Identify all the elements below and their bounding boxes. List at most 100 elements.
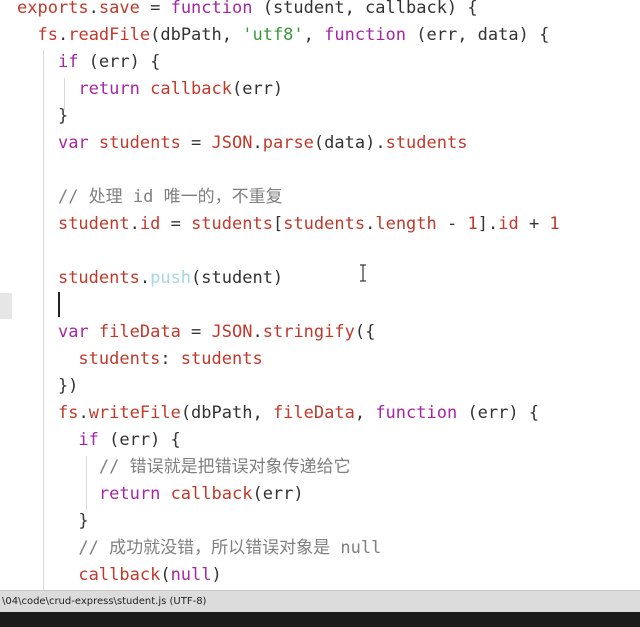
code-line[interactable]: }) [17,373,78,400]
code-token: (err) { [457,403,540,423]
code-token: function [375,403,458,423]
code-line[interactable]: students.push(student) [17,265,283,292]
code-line[interactable]: if (err) { [17,427,181,454]
indent-guide [86,456,87,510]
code-token: . [129,214,140,234]
code-token: writeFile [88,403,181,423]
code-token: 1 [549,214,560,234]
code-token: students [385,133,468,153]
code-token: = [180,133,212,153]
code-token: students [283,214,366,234]
code-token: [ [272,214,284,234]
code-token: (student) [191,268,284,288]
code-line[interactable]: return callback(err) [17,76,283,103]
code-token: , [354,403,376,423]
code-line[interactable]: // 成功就没错，所以错误对象是 null [17,535,381,562]
code-token: (dbPath, [150,25,243,45]
code-token: ({ [354,322,376,342]
code-token: // 成功就没错，所以错误对象是 null [78,538,382,558]
code-token: 'utf8' [242,25,304,45]
code-token: students [57,268,140,288]
code-token: id [139,214,161,234]
code-token: student [57,214,130,234]
code-line[interactable]: return callback(err) [17,481,304,508]
code-token: = [180,322,212,342]
code-line[interactable]: exports.save = function (student, callba… [17,0,478,22]
code-token: fileData [272,403,355,423]
code-token: length [375,214,437,234]
code-line[interactable]: // 处理 id 唯一的，不重复 [17,184,283,211]
code-token: , [303,25,325,45]
ibeam-cursor-icon [360,264,366,282]
code-token: ]. [477,214,499,234]
code-line[interactable]: fs.readFile(dbPath, 'utf8', function (er… [17,22,549,49]
code-token: (data). [313,133,386,153]
code-line[interactable]: callback(null) [17,562,222,589]
code-token: . [88,0,99,18]
code-token: // 处理 id 唯一的，不重复 [57,187,283,207]
code-token: if [57,52,79,72]
code-token: . [78,403,89,423]
code-token: return [78,79,140,99]
code-token: . [252,133,263,153]
code-token: . [139,268,151,288]
status-bar: \04\code\crud-express\student.js (UTF-8) [0,590,640,612]
window-bottom-band [0,612,640,627]
code-token: fs [37,25,58,45]
code-editor[interactable]: exports.save = function (student, callba… [0,0,640,590]
code-token: parse [262,133,314,153]
code-line[interactable]: if (err) { [17,49,160,76]
text-cursor [58,292,60,317]
code-token: // 错误就是把错误对象传递给它 [98,457,351,477]
code-token: function [170,0,253,18]
code-token: . [57,25,69,45]
code-token: ) [211,565,222,585]
code-token: exports [17,0,89,18]
code-token: = [139,0,171,18]
code-line[interactable]: students: students [17,346,262,373]
code-token: (dbPath, [180,403,273,423]
code-token: fs [57,403,79,423]
file-path-encoding: \04\code\crud-express\student.js (UTF-8) [2,596,207,607]
code-line[interactable]: fs.writeFile(dbPath, fileData, function … [17,400,539,427]
code-line[interactable]: student.id = students[students.length - … [17,211,560,238]
code-token: . [365,214,376,234]
code-token: callback [150,79,232,99]
code-token: return [98,484,161,504]
code-token: save [98,0,140,18]
code-token: (err) [231,79,284,99]
code-token: fileData [98,322,181,342]
code-token: + [518,214,550,234]
code-line[interactable]: var students = JSON.parse(data).students [17,130,468,157]
code-token: var [57,322,89,342]
code-token: . [252,322,263,342]
code-token: (err) { [98,430,181,450]
indent-guide [64,78,65,110]
code-token: students [191,214,273,234]
code-token: ( [160,565,171,585]
code-token: push [150,268,192,288]
code-line[interactable]: } [17,508,89,535]
current-line-gutter-marker [0,293,12,319]
code-line[interactable]: // 错误就是把错误对象传递给它 [17,454,351,481]
code-token: callback [170,484,253,504]
code-token: - [436,214,468,234]
code-line[interactable]: var fileData = JSON.stringify({ [17,319,375,346]
code-token: JSON [211,322,253,342]
code-token: function [324,25,407,45]
code-token: } [17,511,89,531]
